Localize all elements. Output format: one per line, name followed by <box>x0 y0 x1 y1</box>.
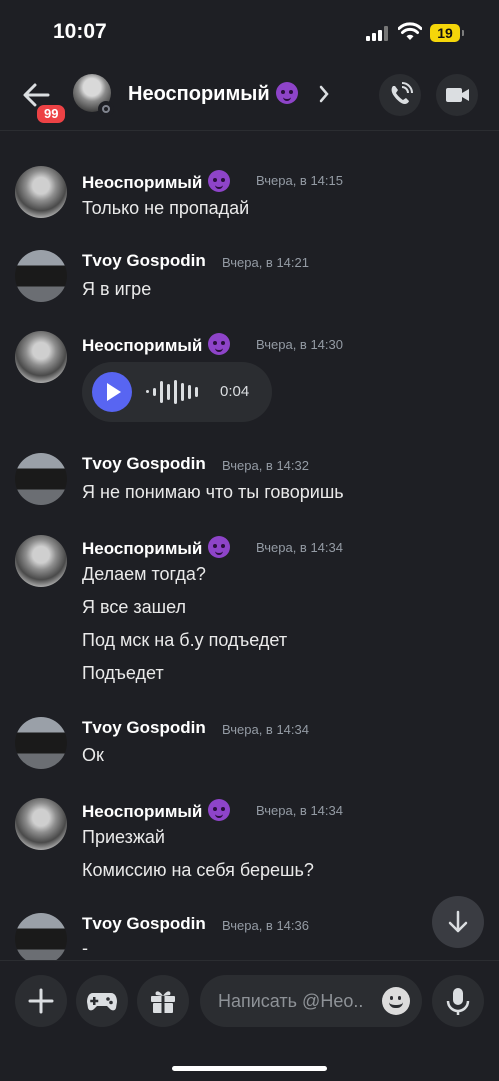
arrow-down-icon <box>448 910 468 933</box>
voice-call-button[interactable] <box>379 74 421 116</box>
battery-icon: 19 <box>430 24 464 42</box>
plus-icon <box>28 988 54 1014</box>
contact-name[interactable]: Неоспоримый <box>128 82 298 106</box>
voice-record-button[interactable] <box>432 975 484 1027</box>
message-text[interactable]: Комиссию на себя берешь? <box>82 860 314 881</box>
message-text[interactable]: Под мск на б.у подъедет <box>82 630 287 651</box>
message-author[interactable]: Tvoy Gospodin <box>82 718 206 738</box>
activities-button[interactable] <box>76 975 128 1027</box>
message-timestamp: Вчера, в 14:34 <box>222 722 309 737</box>
unread-badge: 99 <box>34 102 69 126</box>
message-text[interactable]: Я не понимаю что ты говоришь <box>82 482 344 503</box>
avatar[interactable] <box>15 913 67 965</box>
message-author[interactable]: Неоспоримый <box>82 333 231 356</box>
message-text[interactable]: Я все зашел <box>82 597 186 618</box>
devil-emoji-icon <box>208 536 231 558</box>
avatar[interactable] <box>15 331 67 383</box>
avatar[interactable] <box>15 250 67 302</box>
status-offline-icon <box>98 101 114 117</box>
author-name: Неоспоримый <box>82 336 203 355</box>
message-input-placeholder: Написать @Нео.. <box>218 991 364 1011</box>
message-author[interactable]: Неоспоримый <box>82 799 231 822</box>
message-text[interactable]: Только не пропадай <box>82 198 249 219</box>
message-author[interactable]: Неоспоримый <box>82 170 231 193</box>
message-timestamp: Вчера, в 14:32 <box>222 458 309 473</box>
message-timestamp: Вчера, в 14:34 <box>256 803 343 818</box>
add-attachment-button[interactable] <box>15 975 67 1027</box>
message-text[interactable]: Я в игре <box>82 279 151 300</box>
avatar[interactable] <box>15 535 67 587</box>
chevron-right-icon[interactable] <box>318 84 330 104</box>
message-author[interactable]: Tvoy Gospodin <box>82 914 206 934</box>
message-author[interactable]: Tvoy Gospodin <box>82 251 206 271</box>
message-text[interactable]: Делаем тогда? <box>82 564 206 585</box>
voice-message: 0:04 <box>82 362 272 422</box>
message-input[interactable]: Написать @Нео.. <box>200 975 422 1027</box>
message-timestamp: Вчера, в 14:36 <box>222 918 309 933</box>
signal-icon <box>366 26 388 41</box>
message-text[interactable]: - <box>82 938 88 959</box>
contact-name-text: Неоспоримый <box>128 83 270 105</box>
author-name: Неоспоримый <box>82 802 203 821</box>
status-bar: 10:07 19 <box>0 0 499 66</box>
message-timestamp: Вчера, в 14:30 <box>256 337 343 352</box>
message-composer: Написать @Нео.. <box>0 960 499 1081</box>
message-timestamp: Вчера, в 14:21 <box>222 255 309 270</box>
phone-call-icon <box>391 82 413 104</box>
emoji-icon[interactable] <box>382 987 410 1015</box>
devil-emoji-icon <box>208 170 231 192</box>
gamepad-icon <box>87 993 117 1011</box>
avatar[interactable] <box>15 798 67 850</box>
author-name: Неоспоримый <box>82 539 203 558</box>
microphone-icon <box>446 988 470 1015</box>
avatar[interactable] <box>15 166 67 218</box>
voice-duration: 0:04 <box>220 383 250 400</box>
message-text[interactable]: Подъедет <box>82 663 164 684</box>
waveform-icon <box>146 380 206 404</box>
clock: 10:07 <box>53 20 107 43</box>
scroll-to-bottom-button[interactable] <box>432 896 484 948</box>
message-text[interactable]: Приезжай <box>82 827 165 848</box>
message-timestamp: Вчера, в 14:15 <box>256 173 343 188</box>
message-text[interactable]: Ок <box>82 745 104 766</box>
avatar[interactable] <box>15 453 67 505</box>
play-button[interactable] <box>92 372 132 412</box>
message-timestamp: Вчера, в 14:34 <box>256 540 343 555</box>
gift-icon <box>151 991 175 1013</box>
video-camera-icon <box>446 88 469 102</box>
message-author[interactable]: Tvoy Gospodin <box>82 454 206 474</box>
devil-emoji-icon <box>208 799 231 821</box>
message-author[interactable]: Неоспоримый <box>82 536 231 559</box>
home-indicator <box>172 1066 327 1071</box>
avatar[interactable] <box>15 717 67 769</box>
gift-button[interactable] <box>137 975 189 1027</box>
chat-header: 99 Неоспоримый <box>0 66 499 131</box>
devil-emoji-icon <box>208 333 231 355</box>
devil-emoji-icon <box>275 82 298 104</box>
author-name: Неоспоримый <box>82 173 203 192</box>
video-call-button[interactable] <box>436 74 478 116</box>
wifi-icon <box>398 22 422 40</box>
